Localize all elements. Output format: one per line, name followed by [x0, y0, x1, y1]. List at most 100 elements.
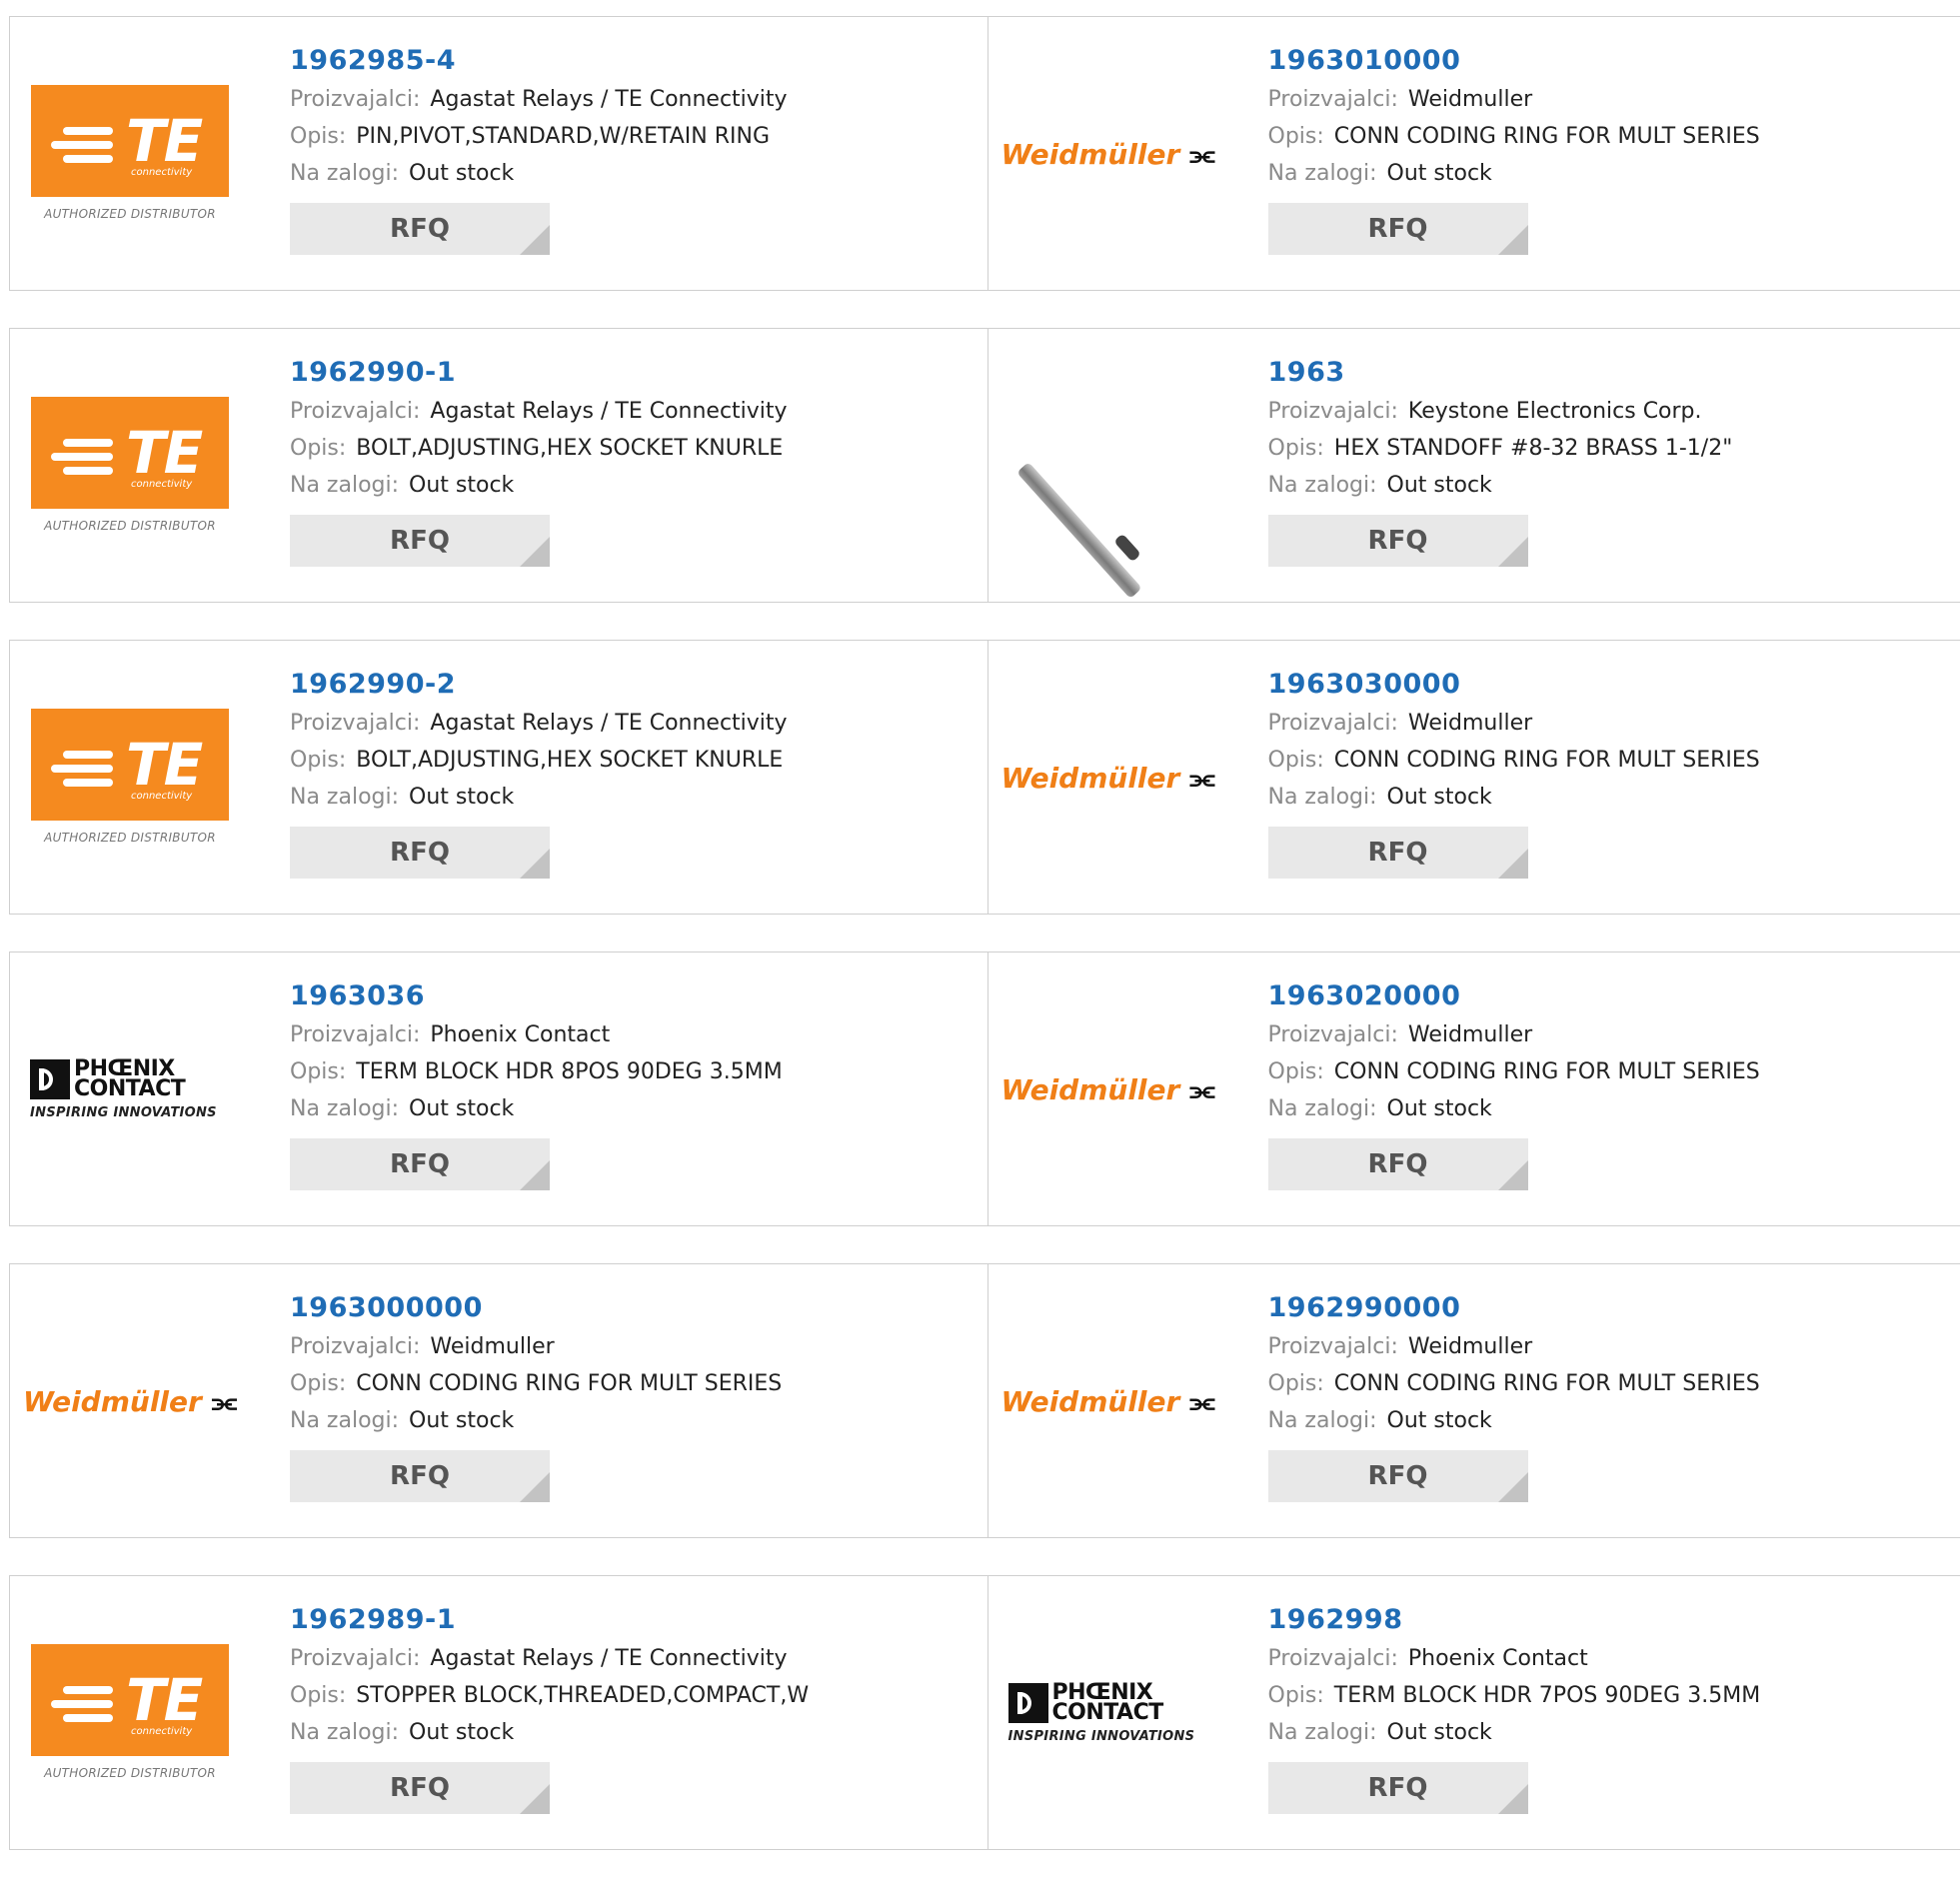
stock-label: Na zalogi: — [290, 1096, 399, 1121]
part-number-link[interactable]: 1963020000 — [1268, 980, 1760, 1016]
corner-triangle-icon — [1498, 225, 1528, 255]
phoenix-mark-icon — [1008, 1683, 1048, 1723]
product-card: TE connectivity AUTHORIZED DISTRIBUTOR 1… — [10, 641, 987, 914]
weidmuller-logo: Weidmüller ⫘ — [1000, 1385, 1214, 1419]
rfq-button[interactable]: RFQ — [1268, 827, 1528, 879]
product-card: TE connectivity AUTHORIZED DISTRIBUTOR 1… — [10, 1576, 987, 1849]
rfq-button[interactable]: RFQ — [290, 1762, 550, 1814]
part-number-link[interactable]: 1963010000 — [1268, 45, 1760, 81]
description-label: Opis: — [290, 124, 346, 149]
product-card: PHŒNIX CONTACT INSPIRING INNOVATIONS 196… — [10, 952, 987, 1225]
stock-value: Out stock — [1387, 161, 1492, 186]
corner-triangle-icon — [520, 1160, 550, 1190]
weidmuller-mark-icon: ⫘ — [1189, 1073, 1214, 1107]
description-value: HEX STANDOFF #8-32 BRASS 1-1/2" — [1334, 436, 1733, 461]
part-number-link[interactable]: 1962989-1 — [290, 1604, 809, 1640]
rfq-button[interactable]: RFQ — [290, 1138, 550, 1190]
manufacturer-logo[interactable]: Weidmüller ⫘ — [1008, 676, 1208, 881]
manufacturer-value: Agastat Relays / TE Connectivity — [430, 399, 787, 424]
rfq-button[interactable]: RFQ — [1268, 1450, 1528, 1502]
product-card: TE connectivity AUTHORIZED DISTRIBUTOR 1… — [10, 17, 987, 290]
description-label: Opis: — [290, 1059, 346, 1084]
description-value: CONN CODING RING FOR MULT SERIES — [1334, 748, 1760, 773]
part-number-link[interactable]: 1963000000 — [290, 1292, 782, 1328]
manufacturer-logo[interactable]: Weidmüller ⫘ — [1008, 987, 1208, 1192]
authorized-distributor-label: AUTHORIZED DISTRIBUTOR — [31, 207, 229, 221]
rfq-button[interactable]: RFQ — [1268, 1762, 1528, 1814]
manufacturer-value: Weidmuller — [1408, 1334, 1532, 1359]
authorized-distributor-label: AUTHORIZED DISTRIBUTOR — [31, 519, 229, 533]
stock-value: Out stock — [1387, 1720, 1492, 1745]
rfq-button[interactable]: RFQ — [290, 827, 550, 879]
manufacturer-logo[interactable]: Weidmüller ⫘ — [1008, 1299, 1208, 1504]
stock-label: Na zalogi: — [290, 1720, 399, 1745]
rfq-button[interactable]: RFQ — [1268, 515, 1528, 567]
manufacturer-value: Weidmuller — [1408, 711, 1532, 736]
rfq-button[interactable]: RFQ — [1268, 1138, 1528, 1190]
description-label: Opis: — [1268, 1059, 1324, 1084]
corner-triangle-icon — [520, 1784, 550, 1814]
rfq-button[interactable]: RFQ — [290, 203, 550, 255]
description-value: CONN CODING RING FOR MULT SERIES — [1334, 124, 1760, 149]
te-connectivity-logo: TE connectivity AUTHORIZED DISTRIBUTOR — [31, 85, 229, 225]
product-card: TE connectivity AUTHORIZED DISTRIBUTOR 1… — [10, 329, 987, 602]
description-value: CONN CODING RING FOR MULT SERIES — [1334, 1371, 1760, 1396]
manufacturer-logo[interactable]: TE connectivity AUTHORIZED DISTRIBUTOR — [30, 1611, 230, 1816]
manufacturer-logo[interactable]: PHŒNIX CONTACT INSPIRING INNOVATIONS — [30, 987, 230, 1192]
weidmuller-mark-icon: ⫘ — [1189, 138, 1214, 172]
te-connectivity-logo: TE connectivity AUTHORIZED DISTRIBUTOR — [31, 709, 229, 849]
stock-label: Na zalogi: — [1268, 1096, 1377, 1121]
rfq-button[interactable]: RFQ — [290, 515, 550, 567]
corner-triangle-icon — [520, 537, 550, 567]
part-number-link[interactable]: 1963030000 — [1268, 669, 1760, 705]
part-number-link[interactable]: 1962990-2 — [290, 669, 788, 705]
manufacturer-label: Proizvajalci: — [1268, 399, 1398, 424]
part-number-link[interactable]: 1962990000 — [1268, 1292, 1760, 1328]
description-label: Opis: — [1268, 748, 1324, 773]
stock-label: Na zalogi: — [1268, 161, 1377, 186]
stock-value: Out stock — [1387, 1096, 1492, 1121]
manufacturer-logo[interactable]: TE connectivity AUTHORIZED DISTRIBUTOR — [30, 676, 230, 881]
description-label: Opis: — [1268, 124, 1324, 149]
manufacturer-value: Weidmuller — [430, 1334, 554, 1359]
manufacturer-label: Proizvajalci: — [1268, 1646, 1398, 1671]
manufacturer-label: Proizvajalci: — [290, 399, 420, 424]
part-number-link[interactable]: 1963 — [1268, 357, 1733, 393]
part-number-link[interactable]: 1962985-4 — [290, 45, 788, 81]
stock-label: Na zalogi: — [1268, 785, 1377, 810]
stock-value: Out stock — [409, 1408, 514, 1433]
stock-value: Out stock — [1387, 1408, 1492, 1433]
weidmuller-mark-icon: ⫘ — [1189, 1385, 1214, 1419]
manufacturer-label: Proizvajalci: — [290, 1334, 420, 1359]
rfq-button[interactable]: RFQ — [1268, 203, 1528, 255]
manufacturer-value: Weidmuller — [1408, 1022, 1532, 1047]
part-number-link[interactable]: 1962990-1 — [290, 357, 788, 393]
manufacturer-label: Proizvajalci: — [290, 1646, 420, 1671]
product-row: Weidmüller ⫘ 1963000000 Proizvajalci: Wei… — [9, 1263, 1960, 1538]
product-row: TE connectivity AUTHORIZED DISTRIBUTOR 1… — [9, 16, 1960, 291]
manufacturer-label: Proizvajalci: — [1268, 1334, 1398, 1359]
te-connectivity-logo: TE connectivity AUTHORIZED DISTRIBUTOR — [31, 397, 229, 537]
product-row: PHŒNIX CONTACT INSPIRING INNOVATIONS 196… — [9, 951, 1960, 1226]
product-card: Weidmüller ⫘ 1963000000 Proizvajalci: Wei… — [10, 1264, 987, 1537]
manufacturer-logo[interactable]: PHŒNIX CONTACT INSPIRING INNOVATIONS — [1008, 1611, 1208, 1816]
manufacturer-value: Weidmuller — [1408, 87, 1532, 112]
manufacturer-value: Agastat Relays / TE Connectivity — [430, 711, 787, 736]
manufacturer-logo[interactable]: Weidmüller ⫘ — [1008, 52, 1208, 257]
manufacturer-logo[interactable]: TE connectivity AUTHORIZED DISTRIBUTOR — [30, 52, 230, 257]
stock-value: Out stock — [1387, 473, 1492, 498]
weidmuller-logo: Weidmüller ⫘ — [1000, 762, 1214, 796]
rfq-button[interactable]: RFQ — [290, 1450, 550, 1502]
part-number-link[interactable]: 1963036 — [290, 980, 783, 1016]
description-value: BOLT,ADJUSTING,HEX SOCKET KNURLE — [356, 436, 783, 461]
product-card: 1963 Proizvajalci:Keystone Electronics C… — [987, 329, 1960, 602]
manufacturer-logo[interactable]: Weidmüller ⫘ — [30, 1299, 230, 1504]
manufacturer-logo[interactable]: TE connectivity AUTHORIZED DISTRIBUTOR — [30, 364, 230, 569]
te-connectivity-logo: TE connectivity AUTHORIZED DISTRIBUTOR — [31, 1644, 229, 1784]
part-number-link[interactable]: 1962998 — [1268, 1604, 1761, 1640]
corner-triangle-icon — [520, 1472, 550, 1502]
stock-value: Out stock — [409, 785, 514, 810]
manufacturer-logo[interactable] — [1008, 364, 1208, 569]
weidmuller-logo: Weidmüller ⫘ — [1000, 1073, 1214, 1107]
product-card: Weidmüller ⫘ 1963010000 Proizvajalci:Wei… — [987, 17, 1960, 290]
